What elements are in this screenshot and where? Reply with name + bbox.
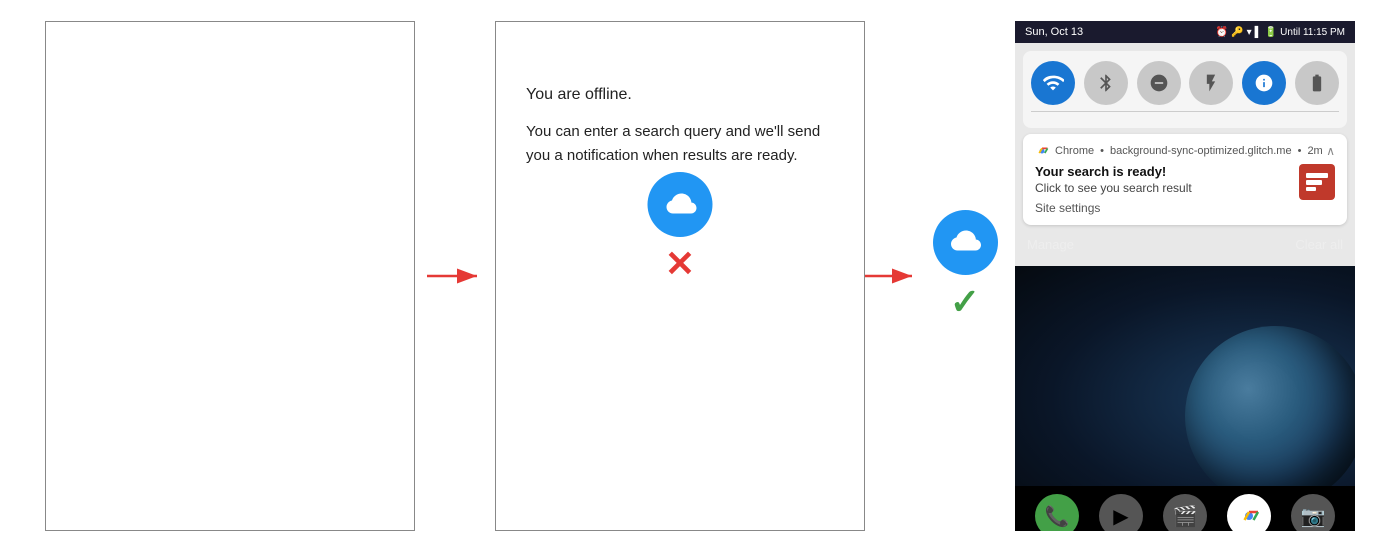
notif-expand-btn[interactable]: ∧ <box>1326 144 1335 158</box>
qs-dnd-btn[interactable] <box>1137 61 1181 105</box>
notification-card[interactable]: Chrome • background-sync-optimized.glitc… <box>1023 134 1347 225</box>
main-container: Search You are offline. You can enter a … <box>0 0 1400 552</box>
notif-site: background-sync-optimized.glitch.me <box>1110 145 1292 157</box>
panel-online: Search <box>45 21 415 531</box>
chrome-icon <box>1035 144 1049 158</box>
bottom-actions: Manage Clear all <box>1023 231 1347 258</box>
qs-separator <box>1031 111 1339 112</box>
panel-offline: You are offline. You can enter a search … <box>495 21 865 531</box>
qs-row <box>1031 61 1339 105</box>
quick-settings <box>1023 51 1347 128</box>
notif-app-icon <box>1299 164 1335 200</box>
notif-time: 2m <box>1307 145 1322 157</box>
alarm-icon: ⏰ <box>1216 27 1228 38</box>
arrow-2-container <box>865 21 915 531</box>
vpn-icon: 🔑 <box>1231 27 1243 38</box>
app-dock: 📞 ▶ 🎬 📷 <box>1015 486 1355 531</box>
arrow-2 <box>860 264 920 288</box>
notif-header: Chrome • background-sync-optimized.glitc… <box>1035 144 1335 158</box>
result-check-icon: ✓ <box>950 281 980 323</box>
status-icons: ⏰ 🔑 ▾ ▌ 🔋 Until 11:15 PM <box>1216 27 1345 38</box>
dock-phone-icon[interactable]: 📞 <box>1035 494 1079 531</box>
dock-chrome-icon[interactable] <box>1227 494 1271 531</box>
site-settings-link[interactable]: Site settings <box>1035 201 1291 215</box>
qs-datasaver-btn[interactable] <box>1242 61 1286 105</box>
status-bar: Sun, Oct 13 ⏰ 🔑 ▾ ▌ 🔋 Until 11:15 PM <box>1015 21 1355 43</box>
search-area-2: Search <box>495 0 865 395</box>
dock-video-icon[interactable]: 🎬 <box>1163 494 1207 531</box>
earth-graphic <box>1185 326 1355 486</box>
cloud-icon-result <box>933 210 998 275</box>
signal-icon: ▌ <box>1255 27 1262 38</box>
qs-flashlight-btn[interactable] <box>1189 61 1233 105</box>
arrow-1 <box>425 264 485 288</box>
status-date: Sun, Oct 13 <box>1025 26 1083 38</box>
notif-app-name: Chrome <box>1055 145 1094 157</box>
dock-play-icon[interactable]: ▶ <box>1099 494 1143 531</box>
qs-wifi-btn[interactable] <box>1031 61 1075 105</box>
wallpaper <box>1015 266 1355 486</box>
notification-drawer: Chrome • background-sync-optimized.glitc… <box>1015 43 1355 266</box>
battery-icon: 🔋 <box>1265 27 1277 38</box>
notif-content: Your search is ready! Click to see you s… <box>1035 164 1291 215</box>
search-area-1: Search <box>45 0 415 360</box>
arrow-1-container <box>415 21 495 531</box>
result-area: ✓ Sun, Oct 13 ⏰ 🔑 ▾ ▌ 🔋 Until 11:15 <box>915 21 1355 531</box>
wifi-icon: ▾ <box>1247 27 1252 38</box>
notif-body: Click to see you search result <box>1035 181 1291 195</box>
manage-button[interactable]: Manage <box>1027 237 1074 252</box>
result-cloud-section: ✓ <box>915 21 1015 531</box>
qs-bluetooth-btn[interactable] <box>1084 61 1128 105</box>
notif-title: Your search is ready! <box>1035 164 1291 179</box>
notif-separator: • <box>1100 145 1104 157</box>
dock-camera-icon[interactable]: 📷 <box>1291 494 1335 531</box>
notif-separator2: • <box>1298 145 1302 157</box>
qs-battery-btn[interactable] <box>1295 61 1339 105</box>
phone-panel: Sun, Oct 13 ⏰ 🔑 ▾ ▌ 🔋 Until 11:15 PM <box>1015 21 1355 531</box>
notif-header-left: Chrome • background-sync-optimized.glitc… <box>1035 144 1323 158</box>
clear-all-button[interactable]: Clear all <box>1295 237 1343 252</box>
until-label: Until 11:15 PM <box>1280 27 1345 38</box>
